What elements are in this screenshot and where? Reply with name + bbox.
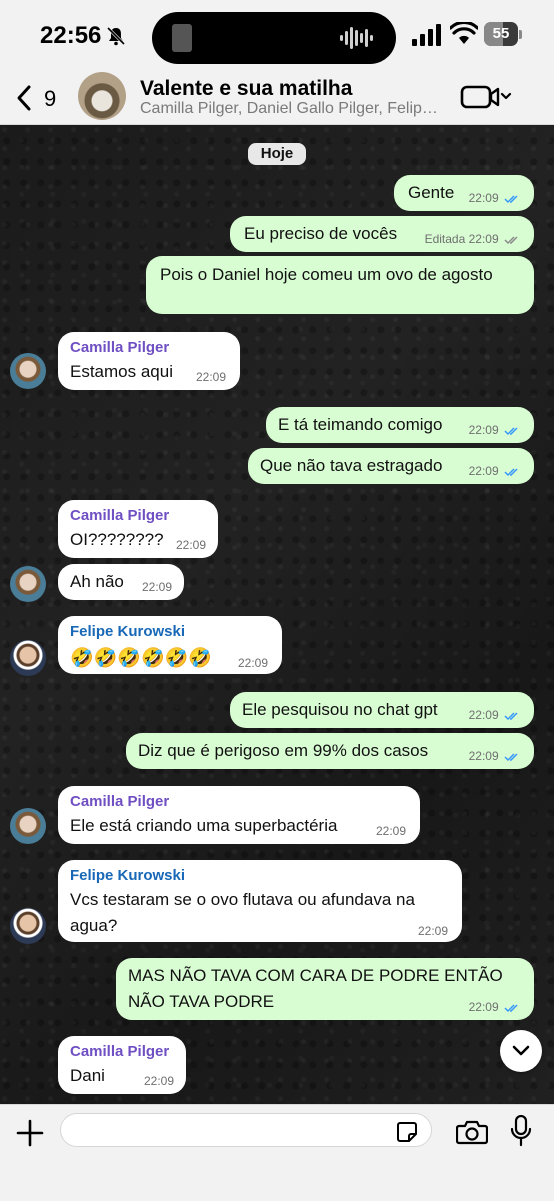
- wifi-icon: [450, 22, 478, 44]
- chat-header: 22:56 55 9 Valente e sua matilha Camilla…: [0, 0, 554, 125]
- incoming-message[interactable]: Camilla Pilger OI???????? 22:09: [58, 500, 218, 558]
- message-meta: 22:09: [469, 423, 520, 437]
- message-text: Gente: [408, 183, 455, 202]
- message-text: Dani: [70, 1066, 105, 1085]
- message-time: 22:09: [195, 370, 226, 384]
- message-input[interactable]: [60, 1113, 432, 1147]
- dynamic-island: [152, 12, 396, 64]
- message-time: 22:09: [468, 464, 499, 478]
- message-time: 22:09: [468, 1000, 499, 1014]
- date-separator: Hoje: [248, 143, 306, 165]
- chevron-down-icon: [512, 1045, 530, 1056]
- bell-slash-icon: [106, 26, 126, 46]
- message-time: 22:09: [468, 232, 499, 246]
- sender-name[interactable]: Felipe Kurowski: [70, 623, 185, 640]
- message-text: Ele está criando uma superbactéria: [70, 816, 338, 835]
- read-ticks-icon: [504, 753, 518, 761]
- status-time: 22:56: [40, 22, 102, 49]
- message-text: Ele pesquisou no chat gpt: [242, 700, 438, 719]
- sender-avatar[interactable]: [10, 640, 46, 676]
- message-meta: 22:09: [469, 749, 520, 763]
- message-meta: 22:09: [469, 1000, 520, 1014]
- sender-avatar[interactable]: [10, 566, 46, 602]
- message-time: 22:09: [237, 656, 268, 670]
- outgoing-message[interactable]: MAS NÃO TAVA COM CARA DE PODRE ENTÃO NÃO…: [116, 958, 534, 1020]
- camera-icon[interactable]: [456, 1119, 488, 1145]
- read-ticks-icon: [504, 195, 518, 203]
- message-time: 22:09: [417, 924, 448, 938]
- message-time: 22:09: [143, 1074, 174, 1088]
- scroll-to-bottom-button[interactable]: [500, 1030, 542, 1072]
- video-call-icon[interactable]: [460, 84, 512, 110]
- audio-wave-icon: [340, 27, 373, 49]
- sender-avatar[interactable]: [10, 808, 46, 844]
- read-ticks-icon: [504, 427, 518, 435]
- message-time: 22:09: [175, 538, 206, 552]
- message-text: Diz que é perigoso em 99% dos casos: [138, 741, 429, 760]
- incoming-message[interactable]: Camilla Pilger Dani 22:09: [58, 1036, 186, 1094]
- media-thumbnail: [172, 24, 192, 52]
- message-meta: Editada 22:09: [425, 232, 520, 246]
- unread-count[interactable]: 9: [44, 86, 56, 112]
- message-text: Eu preciso de vocês: [244, 224, 398, 243]
- message-meta: 22:09: [469, 464, 520, 478]
- composer-bar: [0, 1104, 554, 1201]
- sticker-icon[interactable]: [396, 1121, 418, 1143]
- message-text-line-2: agua?: [70, 916, 118, 935]
- back-chevron-icon[interactable]: [14, 84, 34, 112]
- plus-icon[interactable]: [16, 1119, 44, 1147]
- message-text: 🤣🤣🤣🤣🤣🤣: [70, 648, 212, 669]
- message-text-line-1: MAS NÃO TAVA COM CARA DE PODRE ENTÃO: [128, 966, 503, 985]
- group-avatar[interactable]: [78, 72, 126, 120]
- sender-name[interactable]: Felipe Kurowski: [70, 867, 185, 884]
- message-time: 22:09: [468, 423, 499, 437]
- battery-icon: 55: [484, 22, 518, 46]
- message-text-line-2: NÃO TAVA PODRE: [128, 992, 275, 1011]
- message-text: Pois o Daniel hoje comeu um ovo de agost…: [160, 265, 493, 284]
- outgoing-message[interactable]: Diz que é perigoso em 99% dos casos 22:0…: [126, 733, 534, 769]
- message-text: Estamos aqui: [70, 362, 173, 381]
- group-members[interactable]: Camilla Pilger, Daniel Gallo Pilger, Fel…: [140, 100, 446, 118]
- message-text-line-1: Vcs testaram se o ovo flutava ou afundav…: [70, 890, 415, 909]
- message-time: 22:09: [468, 191, 499, 205]
- message-time: 22:09: [468, 749, 499, 763]
- signal-icon: [412, 24, 441, 46]
- read-ticks-icon: [504, 1004, 518, 1012]
- sender-avatar[interactable]: [10, 353, 46, 389]
- incoming-message[interactable]: Felipe Kurowski Vcs testaram se o ovo fl…: [58, 860, 462, 942]
- outgoing-message[interactable]: Eu preciso de vocês Editada 22:09: [230, 216, 534, 252]
- outgoing-message[interactable]: Ele pesquisou no chat gpt 22:09: [230, 692, 534, 728]
- incoming-message[interactable]: Camilla Pilger Ele está criando uma supe…: [58, 786, 420, 844]
- sender-name[interactable]: Camilla Pilger: [70, 339, 169, 356]
- message-text: Que não tava estragado: [260, 456, 443, 475]
- outgoing-message[interactable]: Pois o Daniel hoje comeu um ovo de agost…: [146, 256, 534, 314]
- message-time: 22:09: [141, 580, 172, 594]
- sender-avatar[interactable]: [10, 908, 46, 944]
- message-meta: 22:09: [469, 191, 520, 205]
- delivered-ticks-icon: [504, 236, 518, 244]
- edited-label: Editada: [424, 232, 466, 246]
- battery-percentage: 55: [492, 25, 510, 42]
- read-ticks-icon: [504, 712, 518, 720]
- read-ticks-icon: [504, 468, 518, 476]
- microphone-icon[interactable]: [510, 1115, 532, 1147]
- group-title[interactable]: Valente e sua matilha: [140, 77, 352, 101]
- message-text: E tá teimando comigo: [278, 415, 443, 434]
- message-time: 22:09: [468, 708, 499, 722]
- battery-tip: [519, 30, 522, 39]
- outgoing-message[interactable]: Que não tava estragado 22:09: [248, 448, 534, 484]
- sender-name[interactable]: Camilla Pilger: [70, 1043, 169, 1060]
- incoming-message[interactable]: Felipe Kurowski 🤣🤣🤣🤣🤣🤣 22:09: [58, 616, 282, 674]
- incoming-message[interactable]: Ah não 22:09: [58, 564, 184, 600]
- outgoing-message[interactable]: Gente 22:09: [394, 175, 534, 211]
- incoming-message[interactable]: Camilla Pilger Estamos aqui 22:09: [58, 332, 240, 390]
- sender-name[interactable]: Camilla Pilger: [70, 507, 169, 524]
- outgoing-message[interactable]: E tá teimando comigo 22:09: [266, 407, 534, 443]
- message-meta: 22:09: [469, 708, 520, 722]
- message-text: OI????????: [70, 530, 164, 549]
- message-time: 22:09: [375, 824, 406, 838]
- sender-name[interactable]: Camilla Pilger: [70, 793, 169, 810]
- message-text: Ah não: [70, 572, 124, 591]
